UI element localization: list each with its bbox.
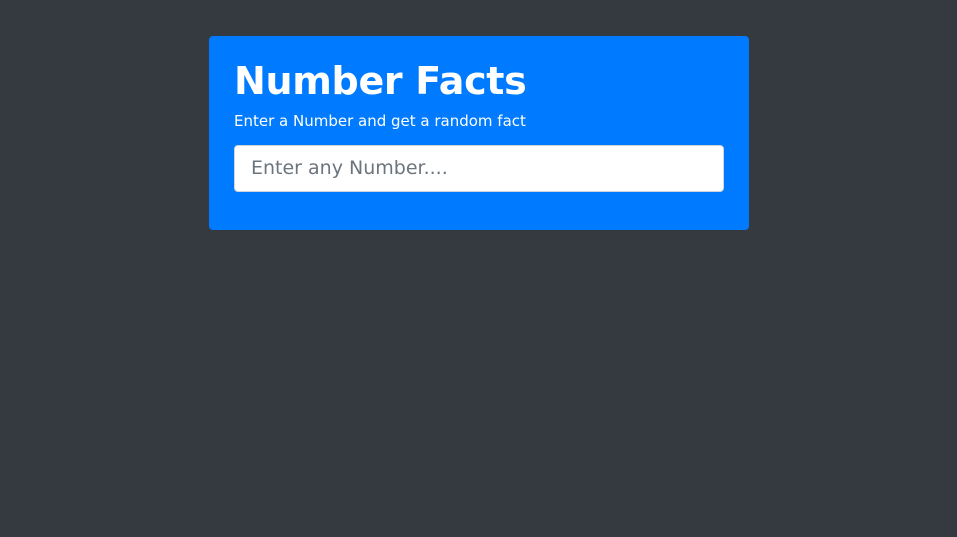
number-facts-card: Number Facts Enter a Number and get a ra… [209, 36, 749, 230]
number-input[interactable] [234, 144, 724, 192]
page-title: Number Facts [234, 59, 527, 103]
page-subtitle: Enter a Number and get a random fact [234, 111, 526, 130]
